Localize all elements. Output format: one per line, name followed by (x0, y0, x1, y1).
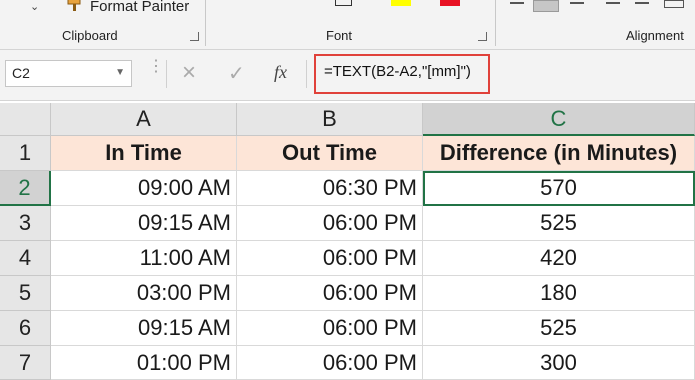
font-launcher-icon[interactable] (478, 32, 487, 41)
format-painter-button[interactable]: Format Painter (90, 0, 189, 15)
row-header-5[interactable]: 5 (0, 276, 51, 311)
header-cell-in-time[interactable]: In Time (51, 136, 237, 171)
cell-a6[interactable]: 09:15 AM (51, 311, 237, 346)
row-header-1[interactable]: 1 (0, 136, 51, 171)
more-options-icon[interactable]: ⋮ (148, 59, 164, 75)
align-middle-icon[interactable] (533, 0, 559, 12)
cell-a2[interactable]: 09:00 AM (51, 171, 237, 206)
ribbon-divider (205, 0, 206, 46)
format-painter-icon[interactable] (66, 0, 84, 12)
cell-b4[interactable]: 06:00 PM (237, 241, 423, 276)
cell-a7[interactable]: 01:00 PM (51, 346, 237, 380)
ribbon: ⌄ Format Painter Clipboard Font Alignmen… (0, 0, 695, 50)
cell-c3[interactable]: 525 (423, 206, 695, 241)
clipboard-group-label: Clipboard (62, 28, 118, 43)
formula-bar: C2 ▼ ⋮ × ✓ fx =TEXT(B2-A2,"[mm]") (0, 50, 695, 101)
orientation-icon[interactable] (606, 2, 620, 4)
cell-b2[interactable]: 06:30 PM (237, 171, 423, 206)
align-top-icon[interactable] (510, 2, 524, 4)
row-header-2[interactable]: 2 (0, 171, 51, 206)
row-header-3[interactable]: 3 (0, 206, 51, 241)
row-header-4[interactable]: 4 (0, 241, 51, 276)
clipboard-launcher-icon[interactable] (190, 32, 199, 41)
name-box[interactable]: C2 ▼ (5, 60, 132, 87)
formula-input[interactable]: =TEXT(B2-A2,"[mm]") (324, 63, 471, 80)
chevron-down-icon[interactable]: ⌄ (30, 0, 39, 13)
cell-c6[interactable]: 525 (423, 311, 695, 346)
select-all-corner[interactable] (0, 103, 51, 136)
highlight-color-icon[interactable] (391, 0, 411, 6)
borders-icon[interactable] (335, 0, 352, 6)
cell-c4[interactable]: 420 (423, 241, 695, 276)
cell-a3[interactable]: 09:15 AM (51, 206, 237, 241)
wrap-text-icon[interactable] (635, 2, 649, 4)
column-header-a[interactable]: A (51, 103, 237, 136)
insert-function-icon[interactable]: fx (274, 62, 287, 83)
cell-a4[interactable]: 11:00 AM (51, 241, 237, 276)
chevron-down-icon[interactable]: ▼ (115, 67, 125, 78)
merge-icon[interactable] (664, 0, 684, 8)
cell-c5[interactable]: 180 (423, 276, 695, 311)
cancel-icon[interactable]: × (182, 59, 196, 87)
cell-b6[interactable]: 06:00 PM (237, 311, 423, 346)
align-bottom-icon[interactable] (570, 2, 584, 4)
font-group-label: Font (326, 28, 353, 43)
alignment-group-label: Alignment (626, 28, 684, 43)
column-header-b[interactable]: B (237, 103, 423, 136)
name-box-value: C2 (12, 65, 30, 81)
formula-divider (166, 60, 167, 88)
cell-a5[interactable]: 03:00 PM (51, 276, 237, 311)
cell-b7[interactable]: 06:00 PM (237, 346, 423, 380)
cell-c2[interactable]: 570 (423, 171, 695, 206)
column-header-c[interactable]: C (423, 103, 695, 136)
header-cell-difference[interactable]: Difference (in Minutes) (423, 136, 695, 171)
cell-b5[interactable]: 06:00 PM (237, 276, 423, 311)
ribbon-divider (495, 0, 496, 46)
enter-icon[interactable]: ✓ (228, 61, 245, 86)
formula-divider (306, 60, 307, 88)
cell-b3[interactable]: 06:00 PM (237, 206, 423, 241)
cell-c7[interactable]: 300 (423, 346, 695, 380)
header-cell-out-time[interactable]: Out Time (237, 136, 423, 171)
row-header-7[interactable]: 7 (0, 346, 51, 380)
font-color-icon[interactable] (440, 0, 460, 6)
row-header-6[interactable]: 6 (0, 311, 51, 346)
